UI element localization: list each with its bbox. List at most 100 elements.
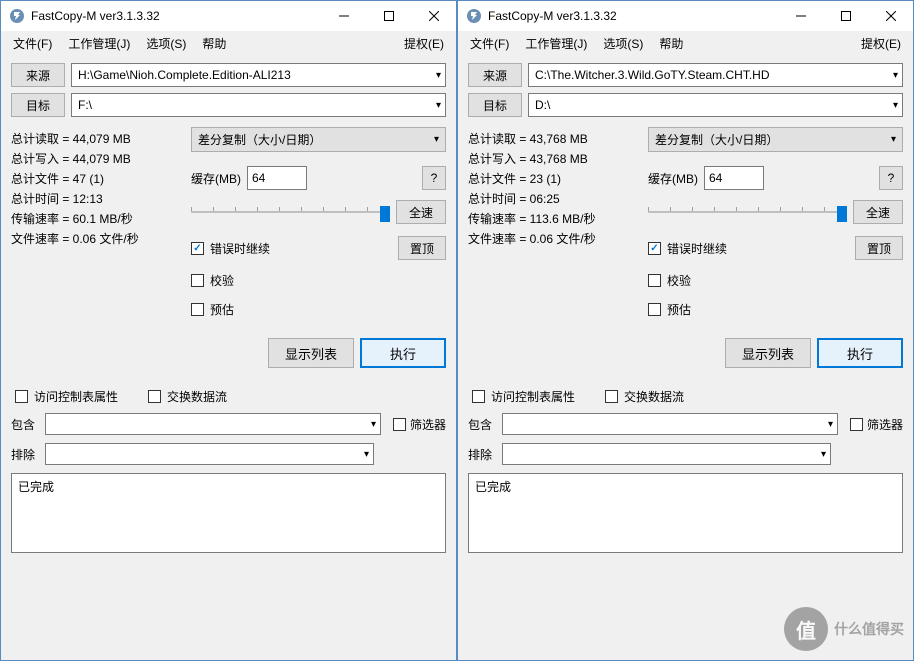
fastcopy-window-left: FastCopy-M ver3.1.3.32 文件(F) 工作管理(J) 选项(… bbox=[0, 0, 457, 661]
source-path-combo[interactable]: C:\The.Witcher.3.Wild.GoTY.Steam.CHT.HD … bbox=[528, 63, 903, 87]
dest-path-combo[interactable]: F:\ ▾ bbox=[71, 93, 446, 117]
showlist-button[interactable]: 显示列表 bbox=[725, 338, 811, 368]
filter-checkbox[interactable] bbox=[393, 418, 406, 431]
topmost-button[interactable]: 置顶 bbox=[855, 236, 903, 260]
estimate-checkbox[interactable] bbox=[648, 303, 661, 316]
altstream-checkbox[interactable] bbox=[605, 390, 618, 403]
verify-checkbox[interactable] bbox=[648, 274, 661, 287]
minimize-button[interactable] bbox=[778, 1, 823, 31]
verify-checkbox[interactable] bbox=[191, 274, 204, 287]
exclude-label: 排除 bbox=[468, 446, 496, 463]
acl-checkbox[interactable] bbox=[472, 390, 485, 403]
acl-label: 访问控制表属性 bbox=[34, 388, 118, 405]
source-path-text: H:\Game\Nioh.Complete.Edition-ALI213 bbox=[78, 68, 436, 82]
stat-frate: 文件速率 = 0.06 文件/秒 bbox=[11, 229, 181, 249]
menu-auth[interactable]: 提权(E) bbox=[396, 33, 452, 54]
verify-label: 校验 bbox=[667, 272, 691, 289]
maximize-button[interactable] bbox=[366, 1, 411, 31]
watermark-text: 什么值得买 bbox=[834, 619, 904, 639]
log-output[interactable]: 已完成 bbox=[468, 473, 903, 553]
acl-checkbox[interactable] bbox=[15, 390, 28, 403]
filter-label: 筛选器 bbox=[867, 416, 903, 433]
titlebar[interactable]: FastCopy-M ver3.1.3.32 bbox=[458, 1, 913, 31]
include-combo[interactable]: ▾ bbox=[45, 413, 381, 435]
buffer-label: 缓存(MB) bbox=[191, 170, 241, 187]
dest-path-text: D:\ bbox=[535, 98, 893, 112]
include-label: 包含 bbox=[468, 416, 496, 433]
menu-file[interactable]: 文件(F) bbox=[5, 33, 60, 54]
acl-label: 访问控制表属性 bbox=[491, 388, 575, 405]
close-button[interactable] bbox=[411, 1, 456, 31]
showlist-button[interactable]: 显示列表 bbox=[268, 338, 354, 368]
source-button[interactable]: 来源 bbox=[11, 63, 65, 87]
err-continue-checkbox[interactable] bbox=[648, 242, 661, 255]
menu-help[interactable]: 帮助 bbox=[651, 33, 691, 54]
log-text: 已完成 bbox=[475, 480, 511, 494]
topmost-button[interactable]: 置顶 bbox=[398, 236, 446, 260]
slider-thumb[interactable] bbox=[380, 206, 390, 222]
filter-label: 筛选器 bbox=[410, 416, 446, 433]
chevron-down-icon: ▾ bbox=[828, 419, 833, 430]
stat-time: 总计时间 = 06:25 bbox=[468, 189, 638, 209]
help-button[interactable]: ? bbox=[422, 166, 446, 190]
help-button[interactable]: ? bbox=[879, 166, 903, 190]
dest-path-combo[interactable]: D:\ ▾ bbox=[528, 93, 903, 117]
stats-panel: 总计读取 = 44,079 MB 总计写入 = 44,079 MB 总计文件 =… bbox=[11, 127, 181, 368]
dest-button[interactable]: 目标 bbox=[468, 93, 522, 117]
app-icon bbox=[466, 8, 482, 24]
execute-button[interactable]: 执行 bbox=[360, 338, 446, 368]
watermark: 值 什么值得买 bbox=[784, 607, 904, 651]
menu-job[interactable]: 工作管理(J) bbox=[60, 33, 138, 54]
stat-files: 总计文件 = 47 (1) bbox=[11, 169, 181, 189]
titlebar[interactable]: FastCopy-M ver3.1.3.32 bbox=[1, 1, 456, 31]
exclude-combo[interactable]: ▾ bbox=[502, 443, 831, 465]
chevron-down-icon: ▾ bbox=[371, 419, 376, 430]
speed-slider[interactable] bbox=[191, 202, 390, 222]
buffer-label: 缓存(MB) bbox=[648, 170, 698, 187]
stat-write: 总计写入 = 43,768 MB bbox=[468, 149, 638, 169]
maximize-button[interactable] bbox=[823, 1, 868, 31]
speed-slider[interactable] bbox=[648, 202, 847, 222]
stat-rate: 传输速率 = 113.6 MB/秒 bbox=[468, 209, 638, 229]
verify-label: 校验 bbox=[210, 272, 234, 289]
chevron-down-icon: ▾ bbox=[893, 100, 898, 111]
stat-frate: 文件速率 = 0.06 文件/秒 bbox=[468, 229, 638, 249]
menu-option[interactable]: 选项(S) bbox=[138, 33, 194, 54]
filter-checkbox[interactable] bbox=[850, 418, 863, 431]
estimate-checkbox[interactable] bbox=[191, 303, 204, 316]
copy-mode-combo[interactable]: 差分复制（大小/日期） ▾ bbox=[191, 127, 446, 152]
menu-job[interactable]: 工作管理(J) bbox=[517, 33, 595, 54]
menu-option[interactable]: 选项(S) bbox=[595, 33, 651, 54]
include-combo[interactable]: ▾ bbox=[502, 413, 838, 435]
slider-thumb[interactable] bbox=[837, 206, 847, 222]
dest-path-text: F:\ bbox=[78, 98, 436, 112]
chevron-down-icon: ▾ bbox=[436, 70, 441, 81]
log-output[interactable]: 已完成 bbox=[11, 473, 446, 553]
source-path-combo[interactable]: H:\Game\Nioh.Complete.Edition-ALI213 ▾ bbox=[71, 63, 446, 87]
buffer-input[interactable] bbox=[704, 166, 764, 190]
altstream-checkbox[interactable] bbox=[148, 390, 161, 403]
source-path-text: C:\The.Witcher.3.Wild.GoTY.Steam.CHT.HD bbox=[535, 68, 893, 82]
stat-write: 总计写入 = 44,079 MB bbox=[11, 149, 181, 169]
err-continue-checkbox[interactable] bbox=[191, 242, 204, 255]
dest-button[interactable]: 目标 bbox=[11, 93, 65, 117]
stat-time: 总计时间 = 12:13 bbox=[11, 189, 181, 209]
source-button[interactable]: 来源 bbox=[468, 63, 522, 87]
chevron-down-icon: ▾ bbox=[893, 70, 898, 81]
log-text: 已完成 bbox=[18, 480, 54, 494]
execute-button[interactable]: 执行 bbox=[817, 338, 903, 368]
menu-auth[interactable]: 提权(E) bbox=[853, 33, 909, 54]
buffer-input[interactable] bbox=[247, 166, 307, 190]
stat-read: 总计读取 = 43,768 MB bbox=[468, 129, 638, 149]
altstream-label: 交换数据流 bbox=[624, 388, 684, 405]
menu-help[interactable]: 帮助 bbox=[194, 33, 234, 54]
minimize-button[interactable] bbox=[321, 1, 366, 31]
copy-mode-combo[interactable]: 差分复制（大小/日期） ▾ bbox=[648, 127, 903, 152]
menu-file[interactable]: 文件(F) bbox=[462, 33, 517, 54]
close-button[interactable] bbox=[868, 1, 913, 31]
estimate-label: 预估 bbox=[667, 301, 691, 318]
fullspeed-button[interactable]: 全速 bbox=[396, 200, 446, 224]
exclude-combo[interactable]: ▾ bbox=[45, 443, 374, 465]
fullspeed-button[interactable]: 全速 bbox=[853, 200, 903, 224]
app-icon bbox=[9, 8, 25, 24]
